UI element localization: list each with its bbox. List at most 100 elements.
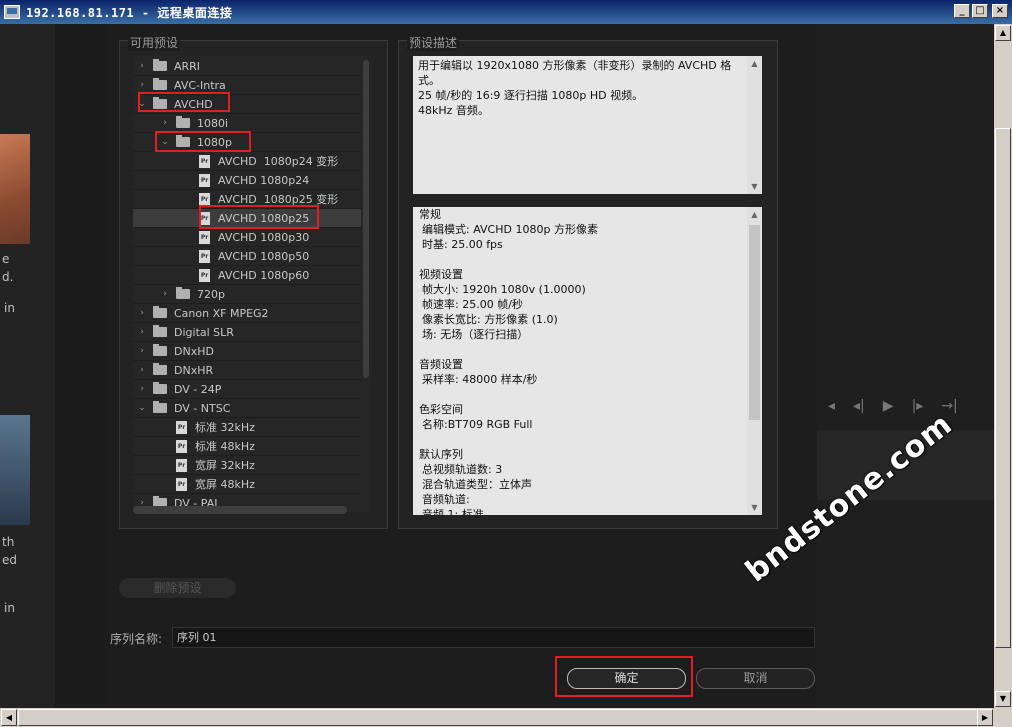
step-forward-icon[interactable]: |▸ (912, 398, 924, 414)
maximize-button[interactable]: □ (972, 4, 988, 18)
chevron-right-icon[interactable]: › (137, 308, 147, 318)
cancel-button[interactable]: 取消 (696, 668, 815, 689)
folder-icon (153, 59, 167, 71)
tree-folder[interactable]: › ARRI (133, 57, 361, 76)
tree-folder[interactable]: › 720p (133, 285, 361, 304)
chevron-down-icon[interactable]: ⌄ (137, 99, 147, 109)
background-fragment: in (4, 301, 15, 315)
spec-line: 采样率: 48000 样本/秒 (422, 373, 538, 386)
preset-file-icon: Pr (199, 230, 210, 244)
step-back-icon[interactable]: ◂| (853, 398, 865, 414)
scroll-up-icon[interactable]: ▲ (995, 25, 1011, 41)
tree-folder[interactable]: › DNxHR (133, 361, 361, 380)
folder-icon (153, 97, 167, 109)
folder-icon (176, 135, 190, 147)
preset-file-icon: Pr (199, 211, 210, 225)
chevron-up-icon[interactable]: ▲ (747, 56, 762, 71)
description-line: 式。 (418, 74, 440, 87)
tree-preset[interactable]: Pr 宽屏 32kHz (133, 456, 361, 475)
scroll-right-icon[interactable]: ▶ (977, 709, 993, 726)
tree-item-label: AVCHD 1080p24 (218, 173, 310, 187)
chevron-down-icon[interactable]: ⌄ (137, 403, 147, 413)
spec-line: 帧大小: 1920h 1080v (1.0000) (422, 283, 586, 296)
chevron-right-icon[interactable]: › (137, 80, 147, 90)
chevron-down-icon[interactable]: ⌄ (160, 137, 170, 147)
description-line: 用于编辑以 1920x1080 方形像素（非变形）录制的 AVCHD 格 (418, 59, 732, 72)
ok-button[interactable]: 确定 (567, 668, 686, 689)
chevron-right-icon[interactable]: › (137, 61, 147, 71)
spec-gap (419, 387, 744, 402)
scrollbar-thumb[interactable] (749, 225, 760, 420)
chevron-right-icon[interactable]: › (137, 346, 147, 356)
tree-item-label: AVCHD 1080p25 (218, 211, 310, 225)
tree-folder[interactable]: › 1080i (133, 114, 361, 133)
sequence-name-input[interactable]: 序列 01 (172, 627, 815, 648)
tree-item-label: 1080p (197, 135, 232, 149)
tree-folder[interactable]: › Canon XF MPEG2 (133, 304, 361, 323)
tree-item-label: AVCHD (174, 97, 213, 111)
tree-preset[interactable]: Pr AVCHD 1080p50 (133, 247, 361, 266)
background-fragment: e (2, 252, 10, 266)
folder-icon (153, 382, 167, 394)
tree-preset[interactable]: Pr 宽屏 48kHz (133, 475, 361, 494)
tree-item-label: 宽屏 32kHz (195, 459, 255, 472)
tree-item-label: AVCHD 1080p24 变形 (218, 155, 339, 168)
tree-folder[interactable]: ⌄ 1080p (133, 133, 361, 152)
description-scrollbar[interactable]: ▲ ▼ (747, 56, 762, 194)
scroll-left-icon[interactable]: ◀ (1, 709, 17, 726)
chevron-right-icon[interactable]: › (160, 289, 170, 299)
preset-tree-scrollbar[interactable] (361, 56, 371, 512)
spec-scrollbar[interactable]: ▲ ▼ (747, 207, 762, 515)
tree-folder[interactable]: ⌄ DV - NTSC (133, 399, 361, 418)
delete-preset-button[interactable]: 删除预设 (119, 578, 236, 598)
tree-preset[interactable]: Pr AVCHD 1080p25 (133, 209, 361, 228)
chevron-right-icon[interactable]: › (137, 384, 147, 394)
close-button[interactable]: × (992, 4, 1008, 18)
spec-line: 场: 无场（逐行扫描） (422, 328, 529, 341)
scrollbar-thumb[interactable] (18, 709, 993, 726)
tree-item-label: Canon XF MPEG2 (174, 306, 269, 320)
tree-folder[interactable]: › AVC-Intra (133, 76, 361, 95)
play-icon[interactable]: ▶ (883, 398, 894, 414)
tree-preset[interactable]: Pr 标准 48kHz (133, 437, 361, 456)
background-fragment: in (4, 601, 15, 615)
chevron-down-icon[interactable]: ▼ (747, 179, 762, 194)
spec-gap (419, 342, 744, 357)
minimize-button[interactable]: _ (954, 4, 970, 18)
mark-out-icon[interactable]: ◂ (828, 398, 835, 414)
tree-preset[interactable]: Pr AVCHD 1080p30 (133, 228, 361, 247)
spec-line: 像素长宽比: 方形像素 (1.0) (422, 313, 558, 326)
go-to-out-icon[interactable]: →| (941, 398, 957, 414)
tree-preset[interactable]: Pr AVCHD 1080p24 (133, 171, 361, 190)
tree-folder[interactable]: › DV - 24P (133, 380, 361, 399)
background-thumbnail-2 (0, 415, 30, 525)
remote-vertical-scrollbar[interactable]: ▲ ▼ (994, 24, 1012, 708)
tree-preset[interactable]: Pr AVCHD 1080p24 变形 (133, 152, 361, 171)
scrollbar-thumb[interactable] (995, 128, 1011, 648)
tree-folder[interactable]: › Digital SLR (133, 323, 361, 342)
preset-file-icon: Pr (199, 173, 210, 187)
tree-preset[interactable]: Pr 标准 32kHz (133, 418, 361, 437)
tree-item-label: ARRI (174, 59, 201, 73)
spec-line: 视频设置 (419, 268, 463, 281)
tree-preset[interactable]: Pr AVCHD 1080p60 (133, 266, 361, 285)
tree-item-label: 720p (197, 287, 225, 301)
spec-line: 音频 1: 标准 (422, 508, 484, 515)
spec-line: 名称:BT709 RGB Full (422, 418, 533, 431)
tree-preset[interactable]: Pr AVCHD 1080p25 变形 (133, 190, 361, 209)
scrollbar-thumb[interactable] (363, 60, 369, 378)
chevron-up-icon[interactable]: ▲ (747, 207, 762, 222)
preset-description-text: 用于编辑以 1920x1080 方形像素（非变形）录制的 AVCHD 格 式。 … (413, 56, 762, 194)
scroll-down-icon[interactable]: ▼ (995, 691, 1011, 707)
tree-folder[interactable]: ⌄ AVCHD (133, 95, 361, 114)
remote-horizontal-scrollbar[interactable]: ◀ ▶ (0, 708, 1012, 727)
chevron-right-icon[interactable]: › (137, 327, 147, 337)
chevron-right-icon[interactable]: › (137, 365, 147, 375)
preset-description-label: 预设描述 (407, 34, 460, 51)
tree-folder[interactable]: › DNxHD (133, 342, 361, 361)
preset-tree-hscrollbar[interactable] (133, 506, 347, 514)
chevron-down-icon[interactable]: ▼ (747, 500, 762, 515)
chevron-right-icon[interactable]: › (160, 118, 170, 128)
preset-spec-panel: 常规 编辑模式: AVCHD 1080p 方形像素 时基: 25.00 fps 视频设… (413, 207, 762, 515)
spec-line: 编辑模式: AVCHD 1080p 方形像素 (422, 223, 598, 236)
